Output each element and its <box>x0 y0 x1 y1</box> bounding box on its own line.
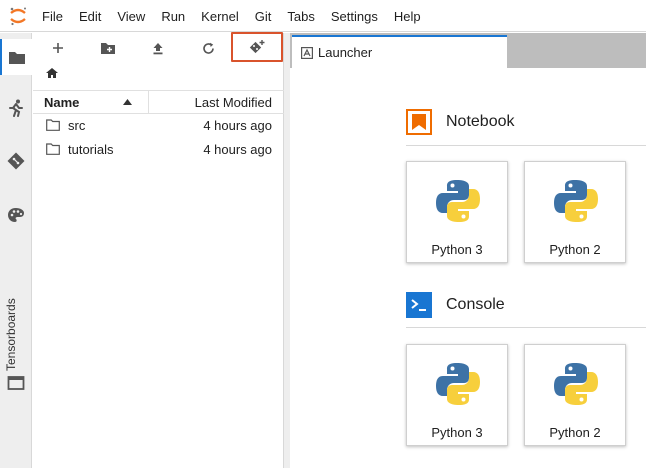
file-browser-toolbar <box>33 32 284 62</box>
menu-tabs[interactable]: Tabs <box>287 9 314 24</box>
notebook-section-title: Notebook <box>446 113 515 130</box>
file-modified: 4 hours ago <box>203 142 272 157</box>
file-browser-panel: Name Last Modified src 4 hours ago tutor… <box>33 32 284 468</box>
folder-icon <box>9 52 25 64</box>
console-python3-card[interactable]: Python 3 <box>406 344 508 446</box>
new-folder-button[interactable] <box>95 36 121 60</box>
main-area: Launcher Notebook Python 3 Python 2 Cons… <box>290 33 646 468</box>
menu-kernel[interactable]: Kernel <box>201 9 239 24</box>
tab-window-icon <box>7 376 25 390</box>
home-icon[interactable] <box>45 67 59 79</box>
python-logo-icon <box>554 363 598 405</box>
git-clone-icon <box>249 40 265 54</box>
tensorboards-tab[interactable]: Tensorboards <box>4 295 28 375</box>
python-logo-icon <box>436 363 480 405</box>
menu-file[interactable]: File <box>42 9 63 24</box>
launcher-icon <box>300 46 314 60</box>
column-name-header[interactable]: Name <box>44 95 79 110</box>
file-modified: 4 hours ago <box>203 118 272 133</box>
console-section-header: Console <box>406 292 646 320</box>
breadcrumb <box>45 67 59 85</box>
refresh-button[interactable] <box>195 36 221 60</box>
column-modified-header[interactable]: Last Modified <box>195 95 272 110</box>
menu-help[interactable]: Help <box>394 9 421 24</box>
notebook-icon <box>406 109 432 135</box>
menu-git[interactable]: Git <box>255 9 272 24</box>
tab-bar: Launcher <box>290 33 646 68</box>
console-icon <box>406 292 432 318</box>
menu-settings[interactable]: Settings <box>331 9 378 24</box>
file-name: src <box>68 118 86 133</box>
sort-ascending-icon[interactable] <box>123 99 132 105</box>
running-tab[interactable] <box>5 97 27 119</box>
file-browser-tab[interactable] <box>0 39 32 75</box>
folder-icon <box>46 143 60 155</box>
section-divider <box>406 327 646 328</box>
kernel-label: Python 3 <box>431 425 483 440</box>
python-logo-icon <box>554 180 598 222</box>
jupyter-logo-icon[interactable] <box>8 6 28 26</box>
activity-bar: Tensorboards <box>0 33 32 468</box>
property-inspector-tab[interactable] <box>5 204 27 226</box>
upload-icon <box>153 42 163 54</box>
folder-icon <box>46 119 60 131</box>
tab-launcher[interactable]: Launcher <box>292 35 507 68</box>
notebook-python2-card[interactable]: Python 2 <box>524 161 626 263</box>
kernel-label: Python 3 <box>431 242 483 257</box>
list-item[interactable]: src 4 hours ago <box>33 114 284 138</box>
upload-button[interactable] <box>145 36 171 60</box>
tab-label: Launcher <box>318 45 373 60</box>
column-divider[interactable] <box>148 91 149 113</box>
refresh-icon <box>202 42 214 54</box>
console-section-title: Console <box>446 296 505 313</box>
console-python2-card[interactable]: Python 2 <box>524 344 626 446</box>
new-folder-icon <box>101 42 115 54</box>
tabs-tab[interactable] <box>5 372 27 394</box>
section-divider <box>406 145 646 146</box>
git-tab[interactable] <box>5 150 27 172</box>
menu-bar: File Edit View Run Kernel Git Tabs Setti… <box>0 0 646 32</box>
kernel-label: Python 2 <box>549 425 601 440</box>
python-logo-icon <box>436 180 480 222</box>
list-item[interactable]: tutorials 4 hours ago <box>33 138 284 162</box>
file-name: tutorials <box>68 142 114 157</box>
palette-icon <box>8 208 24 222</box>
notebook-python3-card[interactable]: Python 3 <box>406 161 508 263</box>
menu-view[interactable]: View <box>117 9 145 24</box>
listing-header: Name Last Modified <box>33 90 284 114</box>
menu-edit[interactable]: Edit <box>79 9 101 24</box>
notebook-section-header: Notebook <box>406 109 646 137</box>
git-clone-button[interactable] <box>231 32 283 62</box>
kernel-label: Python 2 <box>549 242 601 257</box>
menu-run[interactable]: Run <box>161 9 185 24</box>
git-icon <box>7 152 25 170</box>
new-launcher-button[interactable] <box>45 36 71 60</box>
running-icon <box>9 99 23 117</box>
plus-icon <box>53 43 63 53</box>
